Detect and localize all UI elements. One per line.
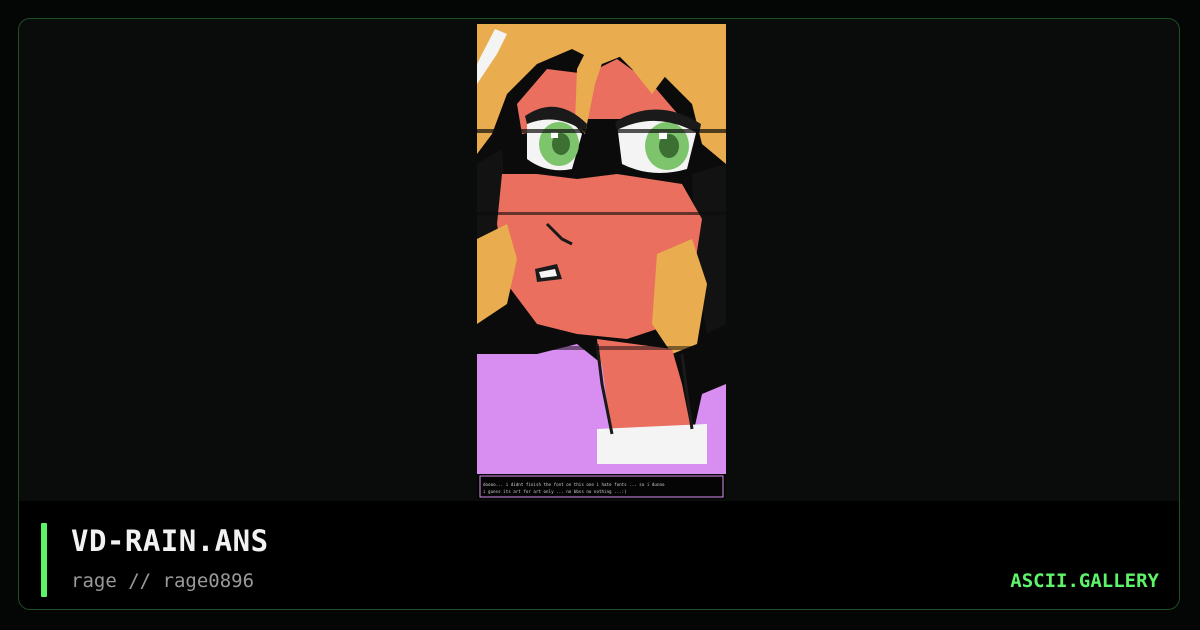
accent-bar xyxy=(41,523,47,597)
artwork-illustration: doooo... i didnt finish the font on this… xyxy=(477,24,726,499)
ansi-artwork[interactable]: doooo... i didnt finish the font on this… xyxy=(477,24,726,499)
artist-credit: rage // rage0896 xyxy=(71,570,255,592)
artwork-caption-line-2: i guess its art for art only ... no bbss… xyxy=(483,489,627,494)
site-name[interactable]: ASCII.GALLERY xyxy=(1010,570,1159,592)
card-frame: doooo... i didnt finish the font on this… xyxy=(18,18,1180,610)
artwork-caption-line-1: doooo... i didnt finish the font on this… xyxy=(483,482,665,487)
og-card: doooo... i didnt finish the font on this… xyxy=(0,0,1200,630)
artwork-title: VD-RAIN.ANS xyxy=(71,524,269,558)
card-footer: VD-RAIN.ANS rage // rage0896 ASCII.GALLE… xyxy=(19,501,1179,609)
